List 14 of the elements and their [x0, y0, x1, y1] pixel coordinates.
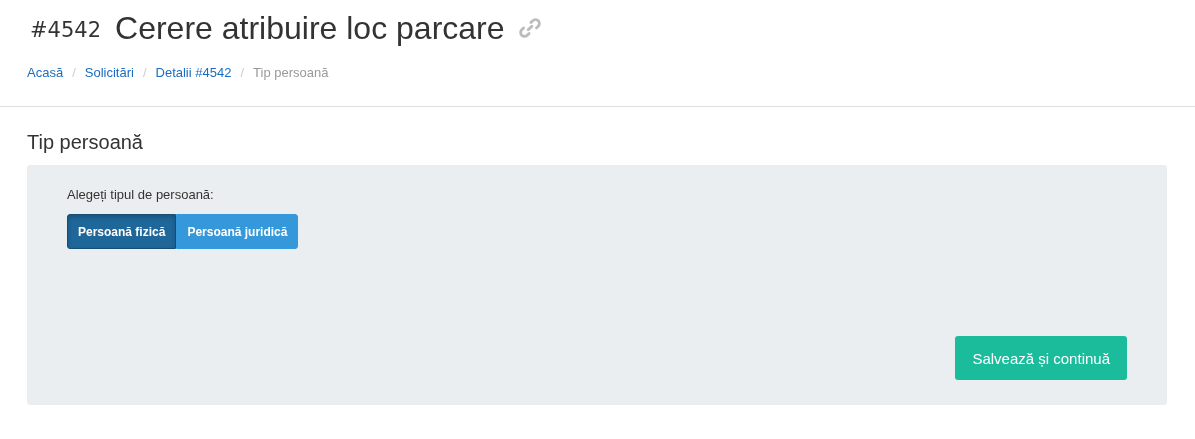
field-label: Alegeți tipul de persoană: [67, 187, 215, 202]
breadcrumb-link[interactable]: Acasă [27, 64, 64, 80]
section-title: Tip persoană [27, 131, 144, 155]
link-icon [518, 17, 541, 39]
breadcrumb-link[interactable]: Detalii #4542 [155, 64, 232, 80]
page-title: Cerere atribuire loc parcare [115, 9, 505, 47]
breadcrumb-separator: / [72, 64, 76, 80]
breadcrumb-link[interactable]: Solicitări [84, 64, 134, 80]
breadcrumb-separator: / [142, 64, 147, 80]
person-type-toggle[interactable]: Persoană fizică [67, 214, 177, 249]
person-type-toggle[interactable]: Persoană juridică [176, 214, 299, 249]
breadcrumb-separator: / [240, 64, 245, 80]
breadcrumb-current: Tip persoană [253, 64, 329, 80]
request-number: #4542 [30, 18, 102, 42]
